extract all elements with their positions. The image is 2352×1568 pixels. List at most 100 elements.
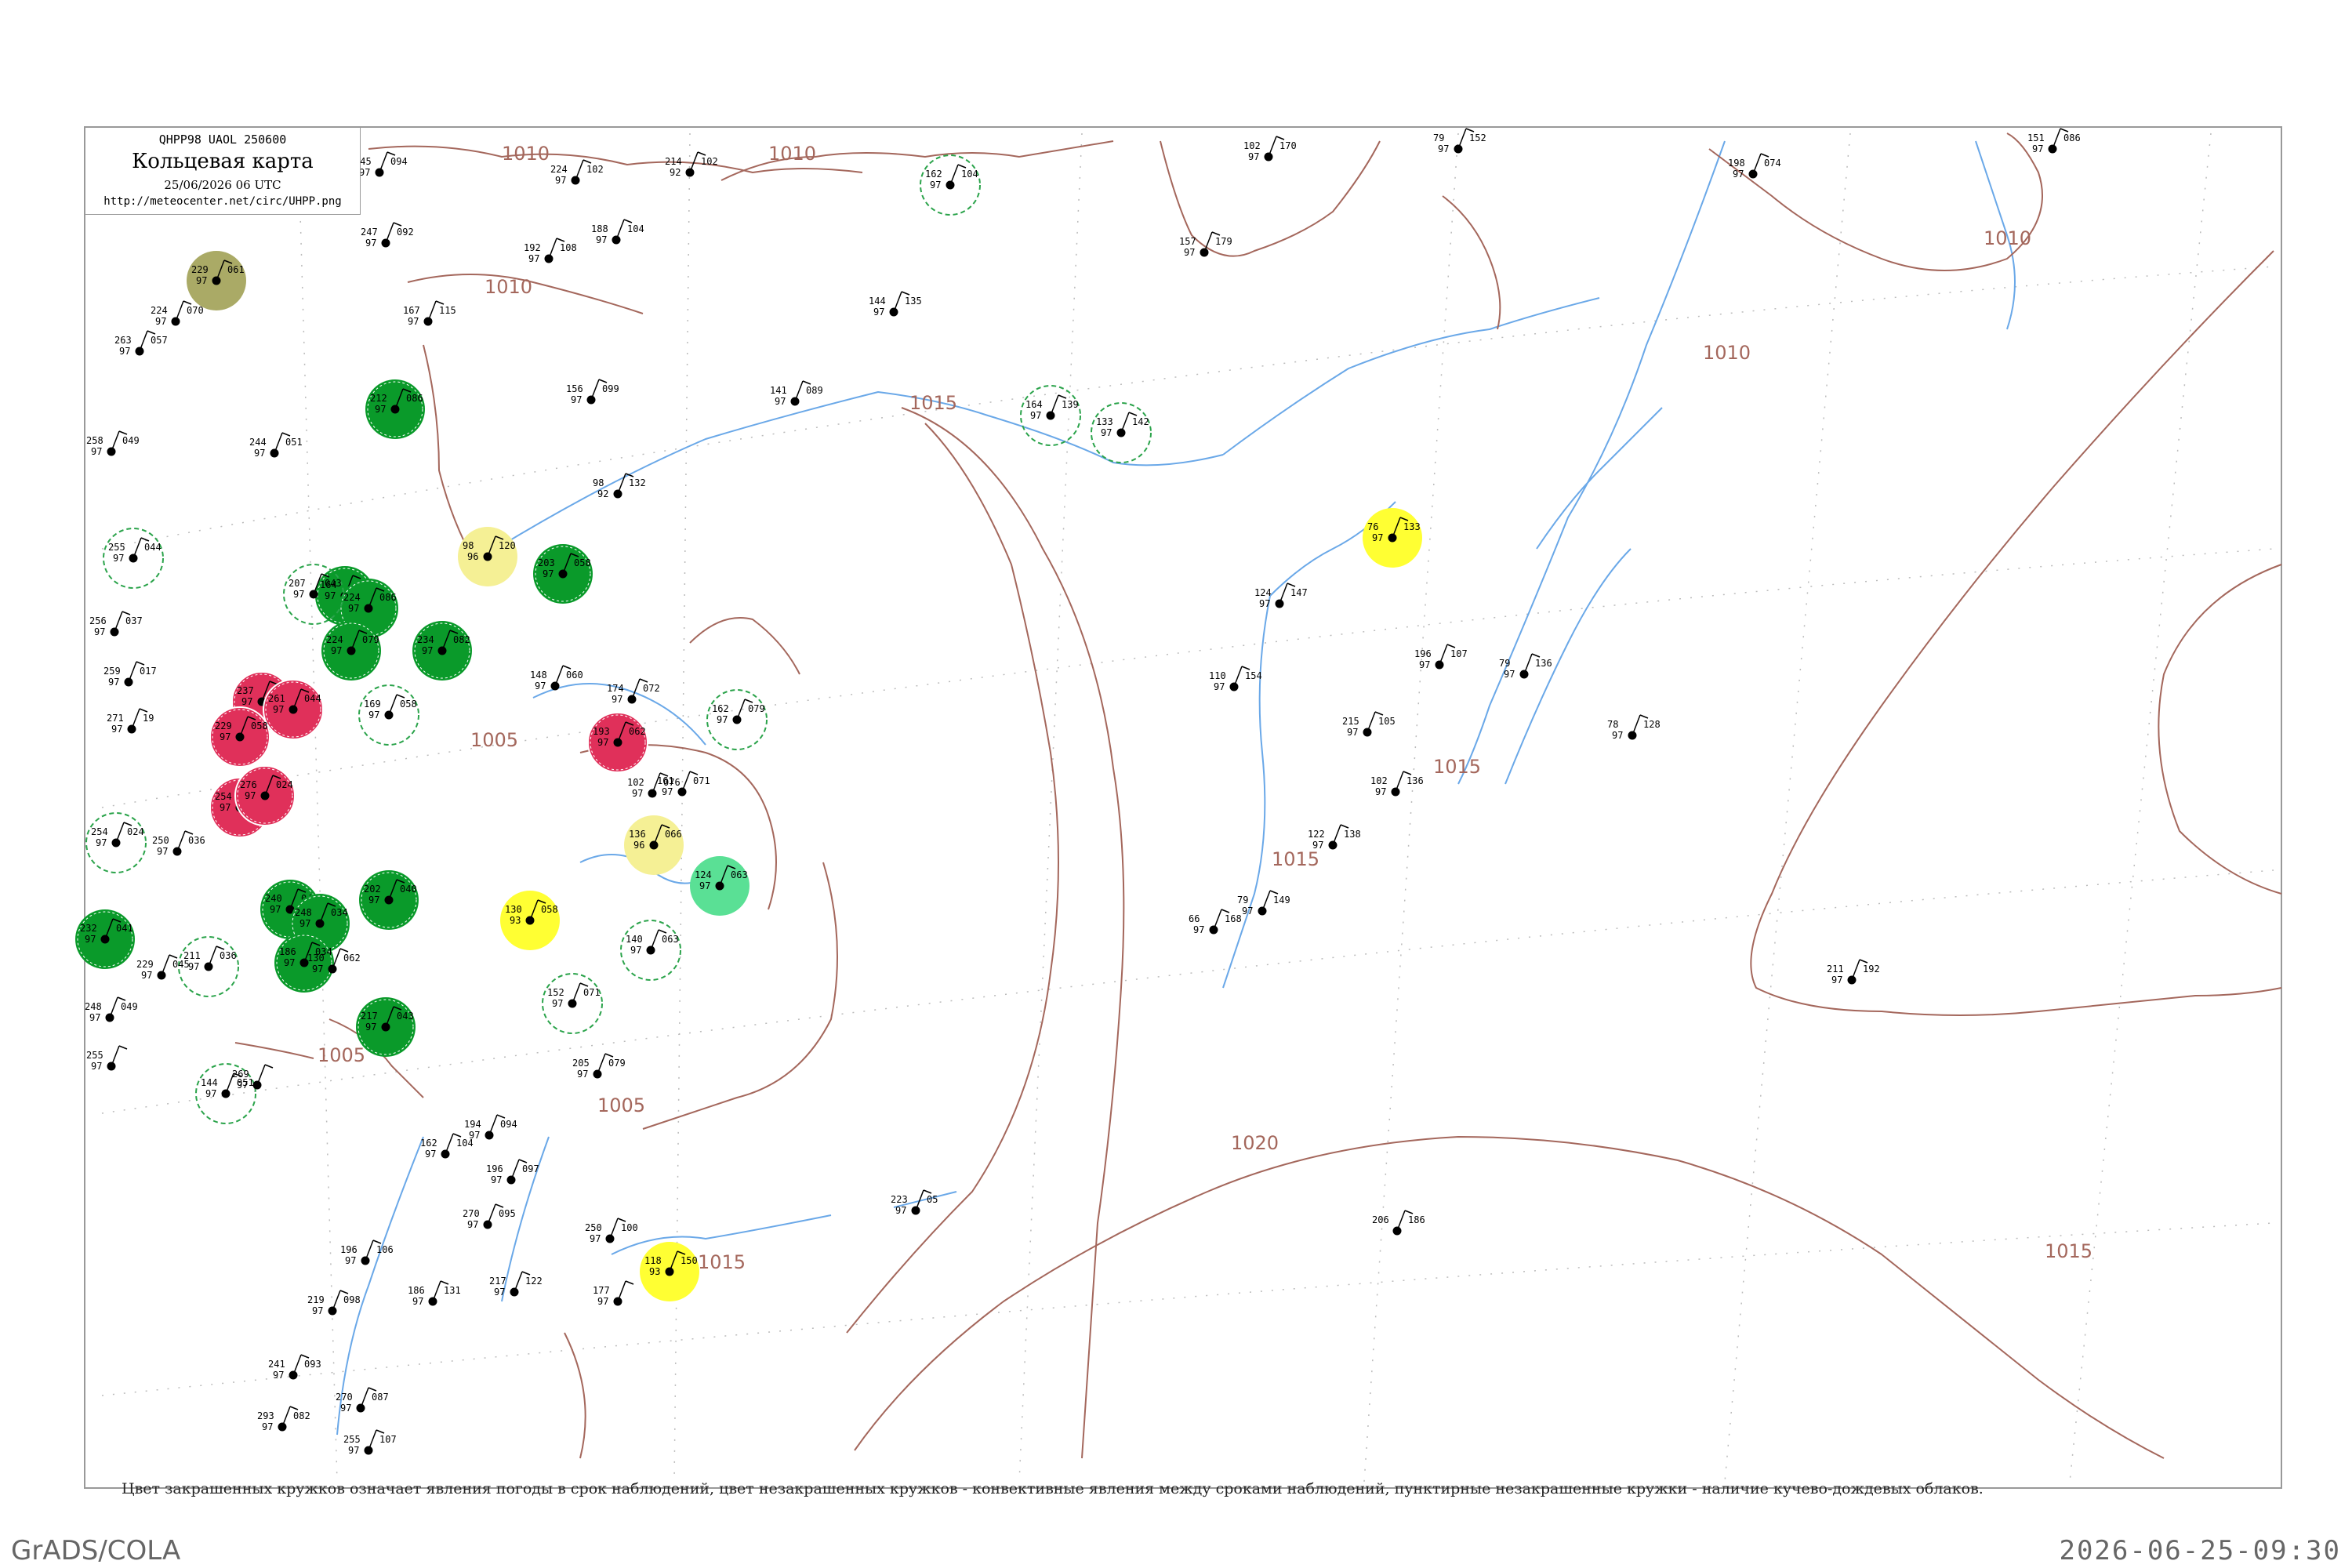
- station-plot[interactable]: 11893 150: [640, 1242, 699, 1301]
- station-pressure: 139: [1062, 399, 1079, 410]
- station-humidity: 97: [359, 167, 370, 178]
- isobar-label-1010-d: 1010: [1984, 227, 2031, 249]
- map-title-box: QHPP98 UAOL 250600 Кольцевая карта 25/06…: [85, 127, 361, 215]
- station-pressure: 142: [1132, 416, 1149, 427]
- station-humidity: 97: [293, 589, 304, 600]
- station-pressure: 098: [343, 1294, 361, 1305]
- station-pressure: 040: [400, 884, 417, 895]
- station-temperature: 193: [593, 726, 610, 737]
- station-temperature: 157: [1179, 236, 1196, 247]
- station-pressure: 017: [140, 666, 157, 677]
- station-temperature: 237: [237, 685, 254, 696]
- station-pressure: 099: [602, 383, 619, 394]
- bulletin-code: QHPP98 UAOL 250600: [158, 132, 287, 147]
- station-humidity: 97: [1372, 532, 1383, 543]
- station-plot[interactable]: 13093 058: [500, 891, 560, 950]
- station-humidity: 97: [1248, 151, 1259, 162]
- station-humidity: 97: [196, 275, 207, 286]
- station-plot[interactable]: 22997 061: [187, 251, 246, 310]
- station-plot[interactable]: 7697 133: [1363, 508, 1422, 568]
- station-plot[interactable]: 22497 079: [321, 621, 381, 681]
- station-pressure: 058: [251, 720, 268, 731]
- station-humidity: 97: [157, 846, 168, 857]
- station-temperature: 196: [340, 1244, 358, 1255]
- station-plot[interactable]: 22997 058: [209, 706, 270, 768]
- station-humidity: 97: [422, 645, 433, 656]
- station-humidity: 97: [612, 694, 622, 705]
- station-humidity: 92: [670, 167, 681, 178]
- station-pressure: 104: [627, 223, 644, 234]
- station-temperature: 224: [343, 592, 361, 603]
- station-temperature: 241: [268, 1359, 285, 1370]
- station-humidity: 97: [262, 1421, 273, 1432]
- station-plot[interactable]: 13696 066: [624, 815, 684, 875]
- station-humidity: 97: [873, 307, 884, 318]
- station-humidity: 97: [220, 731, 230, 742]
- station-pressure: 108: [560, 242, 577, 253]
- station-pressure: 107: [379, 1434, 397, 1445]
- station-pressure: 104: [961, 169, 978, 180]
- station-plot[interactable]: 18697034: [274, 933, 334, 993]
- station-pressure: 049: [121, 1001, 138, 1012]
- station-temperature: 229: [215, 720, 232, 731]
- station-plot[interactable]: 19397 062: [587, 712, 648, 773]
- station-plot[interactable]: 21297 086: [365, 379, 425, 439]
- station-pressure: 024: [127, 826, 144, 837]
- station-pressure: 168: [1225, 913, 1242, 924]
- station-plot[interactable]: 26197 044: [263, 679, 324, 740]
- source-url[interactable]: http://meteocenter.net/circ/UHPP.png: [85, 195, 360, 208]
- station-plot[interactable]: 21797 043: [356, 997, 416, 1057]
- station-humidity: 97: [528, 253, 539, 264]
- station-humidity: 97: [299, 918, 310, 929]
- station-pressure: 082: [453, 634, 470, 645]
- station-humidity: 97: [348, 603, 359, 614]
- station-temperature: 254: [215, 791, 232, 802]
- station-humidity: 97: [1438, 143, 1449, 154]
- station-temperature: 79: [1237, 895, 1248, 906]
- station-pressure: 062: [629, 726, 646, 737]
- station-plot[interactable]: 27697 024: [234, 765, 296, 826]
- station-pressure: 19: [143, 713, 154, 724]
- station-pressure: 079: [608, 1058, 626, 1069]
- station-pressure: 070: [187, 305, 204, 316]
- station-plot[interactable]: 23297 041: [75, 909, 135, 969]
- station-humidity: 97: [94, 626, 105, 637]
- station-temperature: 141: [770, 385, 787, 396]
- station-temperature: 224: [151, 305, 168, 316]
- station-temperature: 124: [695, 869, 712, 880]
- station-plot[interactable]: 23497 082: [412, 621, 472, 681]
- station-humidity: 97: [375, 404, 386, 415]
- station-pressure: 076: [663, 777, 681, 788]
- station-humidity: 96: [467, 551, 478, 562]
- station-pressure: 062: [343, 953, 361, 964]
- station-humidity: 97: [1242, 906, 1253, 916]
- map-frame: [84, 126, 2282, 1489]
- station-temperature: 214: [665, 156, 682, 167]
- station-temperature: 255: [108, 542, 125, 553]
- station-humidity: 97: [368, 710, 379, 720]
- station-pressure: 136: [1406, 775, 1424, 786]
- station-pressure: 086: [379, 592, 397, 603]
- isobar-label-1015-d: 1015: [2045, 1240, 2092, 1262]
- station-humidity: 97: [155, 316, 166, 327]
- station-pressure: 071: [583, 987, 601, 998]
- station-temperature: 248: [295, 907, 312, 918]
- station-humidity: 97: [365, 1022, 376, 1033]
- station-plot[interactable]: 20297 040: [359, 870, 419, 930]
- station-pressure: 063: [662, 934, 679, 945]
- station-temperature: 186: [279, 946, 296, 957]
- station-plot[interactable]: 12497 063: [690, 856, 750, 916]
- station-temperature: 144: [869, 296, 886, 307]
- station-humidity: 96: [633, 840, 644, 851]
- station-pressure: 170: [1279, 140, 1297, 151]
- station-plot[interactable]: 9896 120: [458, 527, 517, 586]
- station-pressure: 186: [1408, 1214, 1425, 1225]
- station-temperature: 202: [364, 884, 381, 895]
- station-plot[interactable]: 20397 058: [533, 544, 593, 604]
- station-pressure: 05: [927, 1194, 938, 1205]
- station-humidity: 97: [237, 1080, 248, 1091]
- station-temperature: 130: [505, 904, 522, 915]
- station-humidity: 93: [510, 915, 521, 926]
- station-temperature: 167: [403, 305, 420, 316]
- station-pressure: 102: [586, 164, 604, 175]
